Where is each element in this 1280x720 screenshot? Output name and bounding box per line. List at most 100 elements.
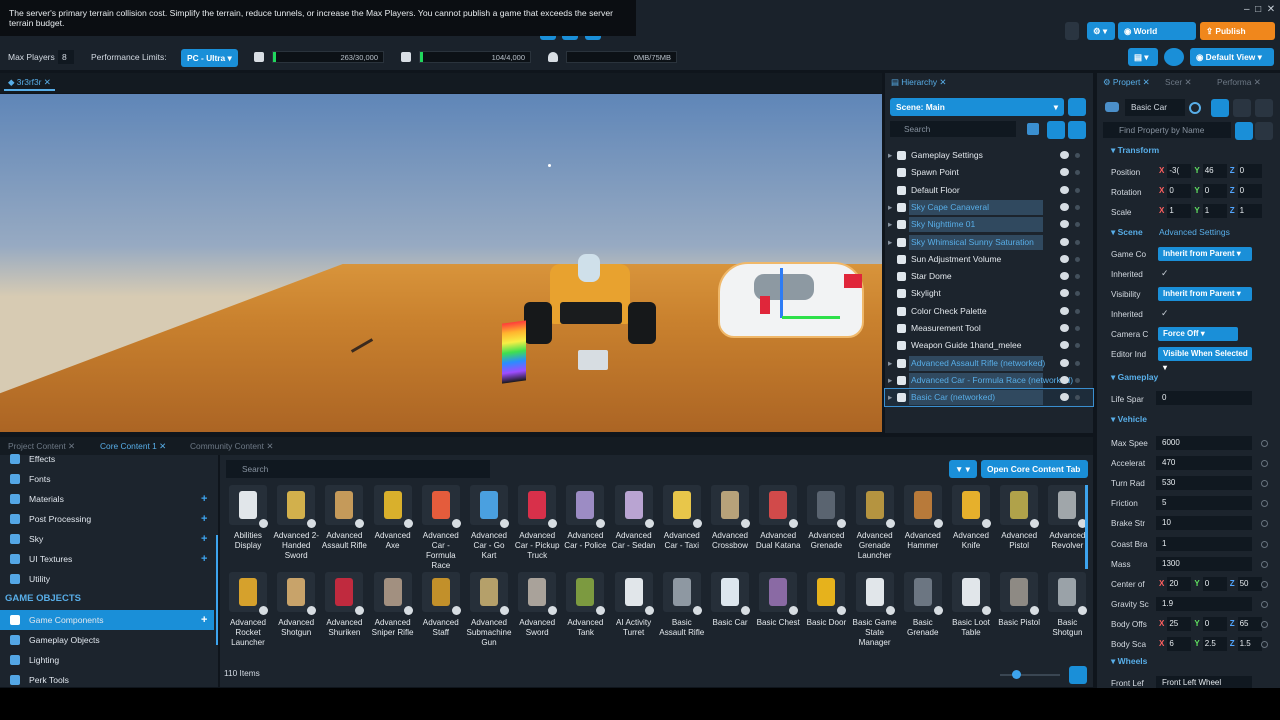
- rotation-values[interactable]: X0Y0Z0: [1159, 184, 1265, 198]
- expand-arrow-icon[interactable]: ▸: [888, 216, 892, 233]
- lock-dot-icon[interactable]: [1075, 170, 1080, 176]
- copy-icon[interactable]: [1235, 122, 1253, 140]
- add-icon[interactable]: +: [201, 529, 207, 549]
- gameplay-section[interactable]: ▾ Gameplay: [1097, 369, 1280, 385]
- viewport-tab[interactable]: ◆ 3r3rf3r ✕: [4, 73, 55, 91]
- category-item[interactable]: Gameplay Objects: [0, 630, 218, 650]
- visibility-eye-icon[interactable]: [1060, 220, 1069, 229]
- vehicle-x-value[interactable]: 25: [1167, 616, 1192, 631]
- publish-game-button[interactable]: ⇪ Publish Game: [1200, 22, 1275, 54]
- lock-dot-icon[interactable]: [1075, 274, 1080, 280]
- window-controls[interactable]: – □ ✕: [1244, 4, 1275, 15]
- reset-icon[interactable]: [1261, 440, 1268, 447]
- content-item[interactable]: Advanced Hammer: [899, 485, 947, 575]
- reset-icon[interactable]: [1261, 620, 1268, 628]
- vehicle-prop-field[interactable]: 6000: [1156, 436, 1252, 450]
- check-icon[interactable]: [1255, 99, 1273, 117]
- grid-view-icon[interactable]: [1069, 666, 1087, 684]
- clipboard-icon[interactable]: [1255, 122, 1273, 140]
- add-icon[interactable]: +: [201, 509, 207, 529]
- globe-icon[interactable]: [1164, 48, 1184, 66]
- hierarchy-item[interactable]: Skylight: [885, 285, 1093, 302]
- lock-dot-icon[interactable]: [1075, 360, 1080, 366]
- vehicle-x-value[interactable]: 6: [1167, 637, 1192, 651]
- expand-arrow-icon[interactable]: ▸: [888, 199, 892, 216]
- scale-y[interactable]: 1: [1202, 204, 1227, 218]
- expand-arrow-icon[interactable]: ▸: [888, 372, 892, 389]
- world-capture-button[interactable]: ◉ World Capture: [1118, 22, 1196, 54]
- hierarchy-item[interactable]: ▸ Sky Cape Canaveral: [885, 199, 1093, 216]
- tab-properties[interactable]: ⚙ Propert ✕: [1099, 73, 1154, 91]
- content-item[interactable]: Basic Grenade: [899, 572, 947, 662]
- content-item[interactable]: Advanced Staff: [417, 572, 465, 662]
- visibility-eye-icon[interactable]: [1060, 237, 1069, 246]
- position-x[interactable]: -3(: [1167, 164, 1192, 178]
- category-item[interactable]: Game Components +: [0, 610, 214, 630]
- hierarchy-item[interactable]: ▸ Sky Nighttime 01: [885, 216, 1093, 233]
- rotation-y[interactable]: 0: [1202, 184, 1227, 198]
- content-item[interactable]: Basic Game State Manager: [851, 572, 899, 662]
- reset-icon[interactable]: [1261, 480, 1268, 488]
- hierarchy-item[interactable]: ▸ Advanced Car - Formula Race (networked): [885, 372, 1093, 389]
- vehicle-z-value[interactable]: 50: [1237, 576, 1262, 591]
- category-item[interactable]: Fonts: [0, 469, 218, 489]
- platform-dropdown[interactable]: PC - Ultra ▾: [181, 49, 238, 67]
- visibility-eye-icon[interactable]: [1060, 254, 1069, 263]
- gizmo-y-axis[interactable]: [782, 316, 840, 319]
- filter-icon[interactable]: [1047, 121, 1065, 139]
- monitor-icon[interactable]: [1065, 22, 1079, 40]
- category-item[interactable]: Lighting: [0, 650, 218, 670]
- reset-icon[interactable]: [1261, 500, 1268, 508]
- wheels-section[interactable]: ▾ Wheels: [1097, 653, 1280, 669]
- visibility-eye-icon[interactable]: [1060, 393, 1069, 402]
- scale-z[interactable]: 1: [1237, 204, 1262, 218]
- content-item[interactable]: AI Activity Turret: [610, 572, 658, 662]
- content-search-input[interactable]: Search: [226, 460, 490, 478]
- inherited-checkbox-2[interactable]: ✓: [1161, 308, 1169, 319]
- category-item[interactable]: UI Textures +: [0, 549, 218, 569]
- expand-arrow-icon[interactable]: ▸: [888, 389, 892, 406]
- visibility-eye-icon[interactable]: [1060, 185, 1069, 194]
- vehicle-xyz-values[interactable]: X 20 Y 0 Z 50: [1159, 576, 1265, 591]
- content-item[interactable]: Advanced Sword: [513, 572, 561, 662]
- content-item[interactable]: Advanced Dual Katana: [754, 485, 802, 575]
- zoom-slider[interactable]: [1000, 674, 1060, 676]
- drop-pin-marker[interactable]: [578, 350, 608, 370]
- scene-section[interactable]: ▾ Scene Advanced Settings: [1097, 224, 1280, 240]
- vehicle-section[interactable]: ▾ Vehicle: [1097, 411, 1280, 427]
- lock-dot-icon[interactable]: [1075, 187, 1080, 193]
- vehicle-prop-field[interactable]: 5: [1156, 496, 1252, 511]
- vehicle-y-value[interactable]: 0: [1202, 576, 1227, 591]
- content-item[interactable]: Advanced Sniper Rifle: [369, 572, 417, 662]
- visibility-eye-icon[interactable]: [1060, 272, 1069, 281]
- content-item[interactable]: Advanced Car - Pickup Truck: [513, 485, 561, 575]
- vehicle-prop-field[interactable]: 530: [1156, 476, 1252, 491]
- tab-scene[interactable]: Scer ✕: [1161, 73, 1196, 91]
- inherited-checkbox[interactable]: ✓: [1161, 268, 1169, 279]
- gizmo-x-axis[interactable]: [760, 296, 770, 314]
- editor-indicator-dropdown[interactable]: Visible When Selected ▾: [1158, 347, 1252, 372]
- hierarchy-item[interactable]: ▸ Gameplay Settings: [885, 147, 1093, 164]
- content-item[interactable]: Basic Loot Table: [947, 572, 995, 662]
- layout-dropdown[interactable]: ▤ ▾: [1128, 48, 1158, 66]
- vehicle-y-value[interactable]: 0: [1202, 616, 1227, 631]
- content-item[interactable]: Advanced Car - Police: [561, 485, 609, 575]
- tab-performance[interactable]: Performa ✕: [1213, 73, 1265, 91]
- reset-icon[interactable]: [1261, 560, 1268, 568]
- rotation-x[interactable]: 0: [1167, 184, 1192, 198]
- visibility-eye-icon[interactable]: [1060, 202, 1069, 211]
- basic-car[interactable]: [712, 244, 868, 356]
- vehicle-y-value[interactable]: 2.5: [1202, 637, 1227, 651]
- lock-dot-icon[interactable]: [1075, 326, 1080, 331]
- add-icon[interactable]: +: [201, 610, 207, 630]
- vehicle-z-value[interactable]: 65: [1237, 616, 1262, 631]
- content-item[interactable]: Advanced Axe: [369, 485, 417, 575]
- vehicle-x-value[interactable]: 20: [1167, 576, 1192, 591]
- content-scrollbar[interactable]: [1085, 485, 1088, 569]
- content-item[interactable]: Advanced Grenade: [802, 485, 850, 575]
- vehicle-xyz-values[interactable]: X 6 Y 2.5 Z 1.5: [1159, 637, 1265, 651]
- visibility-eye-icon[interactable]: [1060, 341, 1069, 350]
- hierarchy-tab[interactable]: ▤ Hierarchy ✕: [887, 73, 950, 91]
- hierarchy-item[interactable]: Star Dome: [885, 268, 1093, 285]
- lock-dot-icon[interactable]: [1075, 222, 1080, 228]
